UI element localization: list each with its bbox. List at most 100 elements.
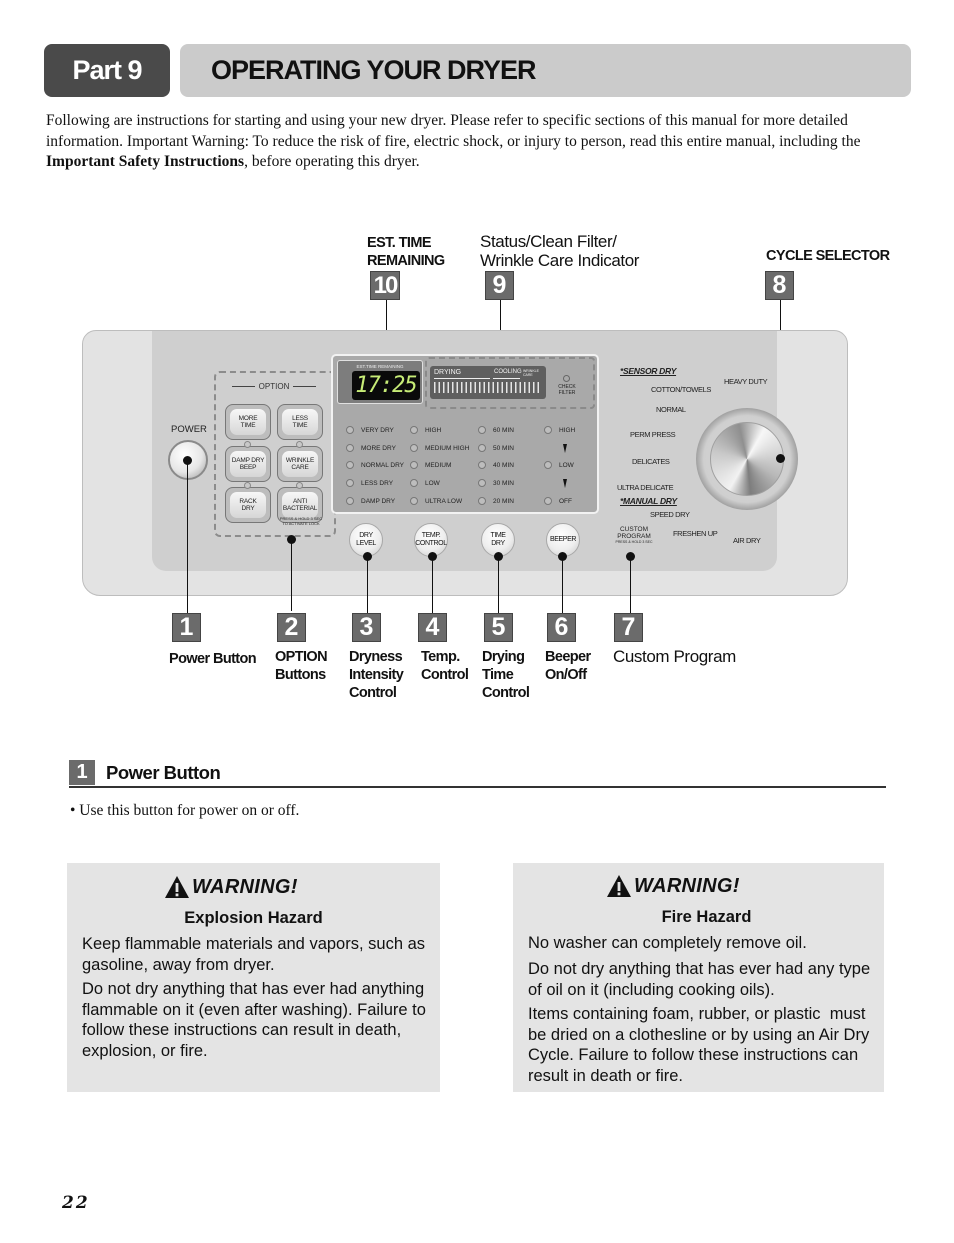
indicator-label: MEDIUM HIGH: [425, 444, 470, 452]
indicator-label: LOW: [425, 479, 440, 487]
leader-dot: [183, 456, 192, 465]
cycle-perm-press: PERM PRESS: [630, 430, 676, 439]
button-note: PRESS & HOLD 3 SEC: [615, 540, 653, 544]
button-label-line: RACK: [239, 497, 257, 505]
indicator-label: MORE DRY: [361, 444, 396, 452]
indicator-label: 60 MIN: [493, 426, 514, 434]
option-title: OPTION: [232, 382, 317, 391]
leader-dot: [494, 552, 503, 561]
indicator-label: 20 MIN: [493, 497, 514, 505]
callout-label-line: Dryness: [349, 649, 403, 665]
warning-paragraph: Do not dry anything that has ever had an…: [528, 960, 871, 999]
callout-label-7: Custom Program: [613, 647, 736, 666]
button-label-line: TEMP.: [421, 532, 441, 539]
cycle-normal: NORMAL: [656, 405, 686, 414]
indicator-led: [544, 497, 552, 505]
leader-dot: [287, 535, 296, 544]
callout-label-line: Wrinkle Care Indicator: [480, 251, 640, 270]
button-label-line: WRINKLE: [285, 456, 315, 464]
more-time-button[interactable]: MORE TIME: [225, 404, 271, 440]
callout-label-2: OPTION Buttons: [275, 648, 328, 684]
button-label-line: CARE: [291, 464, 309, 471]
leader-dot: [558, 552, 567, 561]
divider: [232, 386, 255, 387]
indicator-led: [244, 482, 251, 489]
indicator-led: [410, 497, 418, 505]
leader-line: [187, 460, 188, 613]
indicator-led: [296, 441, 303, 448]
indicator-led: [410, 426, 418, 434]
option-title-text: OPTION: [258, 382, 290, 391]
time-indicator: 30 MIN: [478, 479, 514, 487]
callout-badge-2: 2: [277, 613, 306, 642]
indicator-label: LOW: [559, 461, 574, 469]
indicator-label: HIGH: [559, 426, 576, 434]
page-number: 22: [62, 1193, 90, 1213]
cycle-selector-knob[interactable]: [710, 422, 784, 496]
divider: [434, 378, 490, 379]
button-face: WRINKLE CARE: [282, 451, 318, 477]
time-indicator: 20 MIN: [478, 497, 514, 505]
indicator-led: [544, 461, 552, 469]
callout-badge-8: 8: [765, 271, 794, 300]
time-indicator: 60 MIN: [478, 426, 514, 434]
button-label-line: TIME: [240, 422, 256, 429]
divider: [293, 386, 317, 387]
button-label-line: DAMP DRY: [231, 456, 265, 464]
indicator-led: [544, 426, 552, 434]
est-time-remaining-display: 17:25: [352, 371, 420, 400]
custom-program-button[interactable]: CUSTOM PROGRAM PRESS & HOLD 3 SEC: [614, 526, 654, 545]
callout-label-line: Control: [349, 685, 397, 701]
status-wrinkle-care: WRINKLE CARE: [523, 369, 539, 377]
callout-label-4: Temp. Control: [421, 648, 469, 684]
intro-text: Following are instructions for starting …: [46, 112, 861, 150]
callout-label-8: CYCLE SELECTOR: [766, 248, 890, 264]
indicator-led: [410, 444, 418, 452]
button-face: LESS TIME: [282, 409, 318, 435]
button-label: DAMP DRY BEEP: [231, 456, 265, 472]
indicator-label: 50 MIN: [493, 444, 514, 452]
temp-indicator: LOW: [410, 479, 440, 487]
warning-triangle-icon: [607, 875, 631, 897]
warning-paragraph: No washer can completely remove oil.: [528, 934, 807, 952]
indicator-led: [478, 479, 486, 487]
button-label: MORE TIME: [239, 415, 258, 430]
button-label: LESS TIME: [292, 415, 308, 430]
warning-triangle-icon: [165, 876, 189, 898]
damp-dry-beep-button[interactable]: DAMP DRY BEEP: [225, 446, 271, 482]
button-label-line: MORE: [238, 414, 258, 422]
leader-dot: [776, 454, 785, 463]
button-label: TEMP. CONTROL: [415, 532, 447, 548]
section-title: Power Button: [106, 762, 221, 783]
indicator-led: [410, 461, 418, 469]
warning-paragraph: Items containing foam, rubber, or plasti…: [528, 1005, 874, 1085]
beeper-off: OFF: [544, 497, 572, 505]
callout-label-line: Drying: [482, 649, 525, 665]
less-time-button[interactable]: LESS TIME: [277, 404, 323, 440]
arrow-down-icon: [563, 444, 567, 453]
callout-label-1: Power Button: [169, 650, 257, 668]
wrinkle-care-button[interactable]: WRINKLE CARE: [277, 446, 323, 482]
button-label: ANTI BACTERIAL: [283, 498, 318, 513]
section-bullet: • Use this button for power on or off.: [70, 802, 300, 819]
cycle-air-dry: AIR DRY: [733, 536, 761, 545]
cycle-cotton-towels: COTTON/TOWELS: [651, 385, 711, 394]
button-label-line: DRY: [491, 540, 505, 547]
rack-dry-button[interactable]: RACK DRY: [225, 487, 271, 523]
button-label: BEEPER: [550, 536, 576, 543]
callout-label-line: Control: [482, 685, 530, 701]
sensor-dry-heading: *SENSOR DRY: [620, 366, 677, 376]
callout-label-line: Beeper: [545, 649, 591, 665]
indicator-label: MEDIUM: [425, 461, 452, 469]
section-number-badge: 1: [69, 760, 95, 785]
button-face: MORE TIME: [230, 409, 266, 435]
indicator-led: [478, 444, 486, 452]
indicator-led: [244, 441, 251, 448]
leader-line: [562, 556, 563, 613]
indicator-led: [346, 444, 354, 452]
indicator-led: [346, 479, 354, 487]
temp-indicator: ULTRA LOW: [410, 497, 462, 505]
callout-label-line: Status/Clean Filter/: [480, 232, 617, 251]
indicator-led: [346, 426, 354, 434]
leader-dot: [363, 552, 372, 561]
